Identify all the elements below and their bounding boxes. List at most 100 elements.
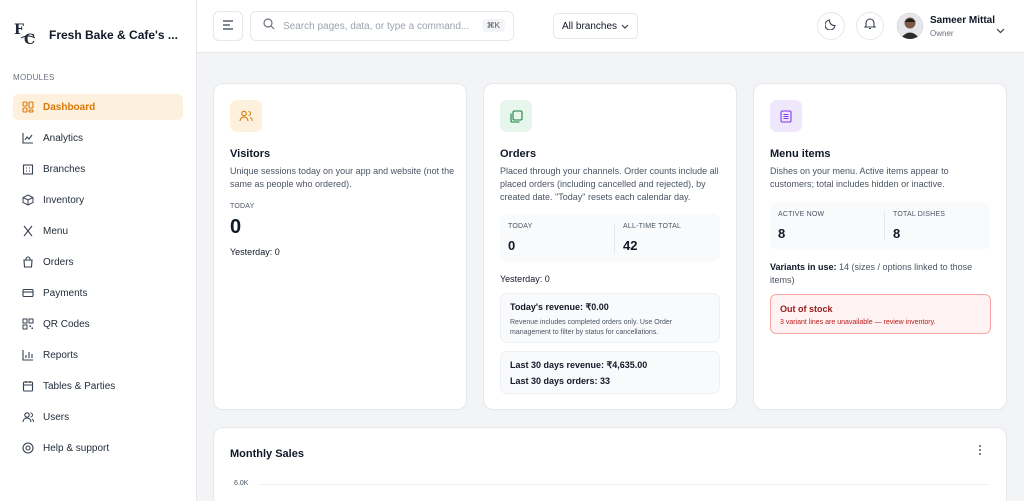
analytics-icon: [22, 132, 34, 144]
sidebar-item-orders[interactable]: Orders: [13, 249, 183, 275]
user-name[interactable]: Sameer Mittal: [930, 15, 995, 26]
sidebar-item-payments[interactable]: Payments: [13, 280, 183, 306]
visitors-title: Visitors: [230, 148, 271, 160]
revenue-today: Today's revenue: ₹0.00: [510, 302, 609, 312]
qr-code-icon: [22, 318, 34, 330]
sidebar-item-label: QR Codes: [43, 318, 90, 330]
more-options-button[interactable]: [974, 444, 986, 460]
sidebar-item-dashboard[interactable]: Dashboard: [13, 94, 183, 120]
sidebar: FC Fresh Bake & Cafe's ... MODULES Dashb…: [0, 0, 197, 501]
moon-icon: [823, 17, 838, 35]
tables-icon: [22, 380, 34, 392]
sidebar-nav: Dashboard Analytics Branches Inventory M…: [0, 94, 196, 461]
orders-icon: [500, 100, 532, 132]
sidebar-item-label: Users: [43, 411, 70, 423]
inventory-icon: [22, 194, 34, 206]
sidebar-item-qr-codes[interactable]: QR Codes: [13, 311, 183, 337]
sidebar-item-menu[interactable]: Menu: [13, 218, 183, 244]
brand[interactable]: FC Fresh Bake & Cafe's ...: [0, 0, 196, 70]
search-icon: [263, 17, 275, 35]
bell-icon: [863, 17, 877, 35]
topbar: ⌘K All branches Sameer Mittal Owner: [197, 0, 1024, 53]
sidebar-item-inventory[interactable]: Inventory: [13, 187, 183, 213]
chevron-down-icon[interactable]: [996, 21, 1005, 39]
menu-items-card: Menu items Dishes on your menu. Active i…: [753, 83, 1007, 410]
variants-in-use: Variants in use: 14 (sizes / options lin…: [770, 261, 985, 287]
hamburger-icon: [222, 17, 234, 35]
menu-icon: [22, 225, 34, 237]
orders-today-label: TODAY: [508, 223, 533, 230]
revenue-note: Revenue includes completed orders only. …: [510, 319, 673, 336]
sidebar-item-label: Menu: [43, 225, 69, 237]
variants-label: Variants in use:: [770, 262, 837, 272]
sidebar-item-label: Analytics: [43, 132, 84, 144]
menu-items-icon: [770, 100, 802, 132]
sidebar-item-label: Reports: [43, 349, 79, 361]
notifications-button[interactable]: [856, 12, 884, 40]
total-dishes-value: 8: [893, 226, 901, 241]
active-now-value: 8: [778, 226, 786, 241]
sidebar-item-analytics[interactable]: Analytics: [13, 125, 183, 151]
sidebar-item-label: Orders: [43, 256, 74, 268]
y-axis-tick: 6.0K: [234, 480, 249, 487]
active-now-label: ACTIVE NOW: [778, 211, 825, 218]
sidebar-item-tables-parties[interactable]: Tables & Parties: [13, 373, 183, 399]
branch-select-value: All branches: [562, 20, 618, 32]
brand-name: Fresh Bake & Cafe's ...: [49, 28, 178, 42]
sidebar-item-help-support[interactable]: Help & support: [13, 435, 183, 461]
sidebar-toggle-button[interactable]: [213, 11, 243, 41]
visitors-icon: [230, 100, 262, 132]
visitors-card: Visitors Unique sessions today on your a…: [213, 83, 467, 410]
sidebar-item-label: Branches: [43, 163, 86, 175]
user-role: Owner: [930, 29, 954, 38]
last30-box: Last 30 days revenue: ₹4,635.00 Last 30 …: [500, 351, 720, 394]
search-bar[interactable]: ⌘K: [250, 11, 514, 41]
visitors-yesterday: Yesterday: 0: [230, 247, 280, 257]
sidebar-item-label: Tables & Parties: [43, 380, 116, 392]
sidebar-item-label: Dashboard: [43, 101, 96, 113]
sidebar-item-label: Payments: [43, 287, 88, 299]
monthly-sales-card: Monthly Sales 6.0K: [213, 427, 1007, 501]
alert-text: 3 variant lines are unavailable — review…: [780, 319, 936, 326]
revenue-today-box: Today's revenue: ₹0.00 Revenue includes …: [500, 293, 720, 343]
branch-select[interactable]: All branches: [553, 13, 638, 39]
last30-orders: Last 30 days orders: 33: [510, 376, 611, 386]
more-vertical-icon: [978, 443, 982, 461]
search-shortcut: ⌘K: [481, 19, 505, 32]
orders-description: Placed through your channels. Order coun…: [500, 166, 719, 202]
orders-today-value: 0: [508, 238, 516, 253]
avatar[interactable]: [897, 13, 923, 39]
orders-alltime-label: ALL-TIME TOTAL: [623, 223, 682, 230]
orders-alltime-value: 42: [623, 238, 638, 253]
sidebar-item-branches[interactable]: Branches: [13, 156, 183, 182]
theme-toggle-button[interactable]: [817, 12, 845, 40]
last30-revenue: Last 30 days revenue: ₹4,635.00: [510, 360, 648, 370]
reports-icon: [22, 349, 34, 361]
visitors-today-label: TODAY: [230, 203, 255, 210]
menu-stats: ACTIVE NOW 8 TOTAL DISHES 8: [770, 202, 990, 250]
grid-line: [259, 484, 989, 485]
branches-icon: [22, 163, 34, 175]
menu-items-description: Dishes on your menu. Active items appear…: [770, 166, 949, 189]
sidebar-item-reports[interactable]: Reports: [13, 342, 183, 368]
orders-card: Orders Placed through your channels. Ord…: [483, 83, 737, 410]
users-icon: [22, 411, 34, 423]
orders-stats: TODAY 0 ALL-TIME TOTAL 42: [500, 214, 720, 262]
total-dishes-label: TOTAL DISHES: [893, 211, 946, 218]
sidebar-item-users[interactable]: Users: [13, 404, 183, 430]
out-of-stock-alert[interactable]: Out of stock 3 variant lines are unavail…: [770, 294, 991, 334]
search-input[interactable]: [283, 20, 483, 32]
orders-icon: [22, 256, 34, 268]
alert-title: Out of stock: [780, 304, 833, 314]
visitors-today-value: 0: [230, 216, 242, 238]
sidebar-item-label: Help & support: [43, 442, 110, 454]
sidebar-item-label: Inventory: [43, 194, 85, 206]
orders-yesterday: Yesterday: 0: [500, 274, 550, 284]
payments-icon: [22, 287, 34, 299]
modules-section-label: MODULES: [13, 73, 55, 82]
dashboard-icon: [22, 101, 34, 113]
brand-logo: FC: [14, 22, 36, 48]
help-icon: [22, 442, 34, 454]
monthly-sales-title: Monthly Sales: [230, 448, 304, 460]
menu-items-title: Menu items: [770, 148, 831, 160]
